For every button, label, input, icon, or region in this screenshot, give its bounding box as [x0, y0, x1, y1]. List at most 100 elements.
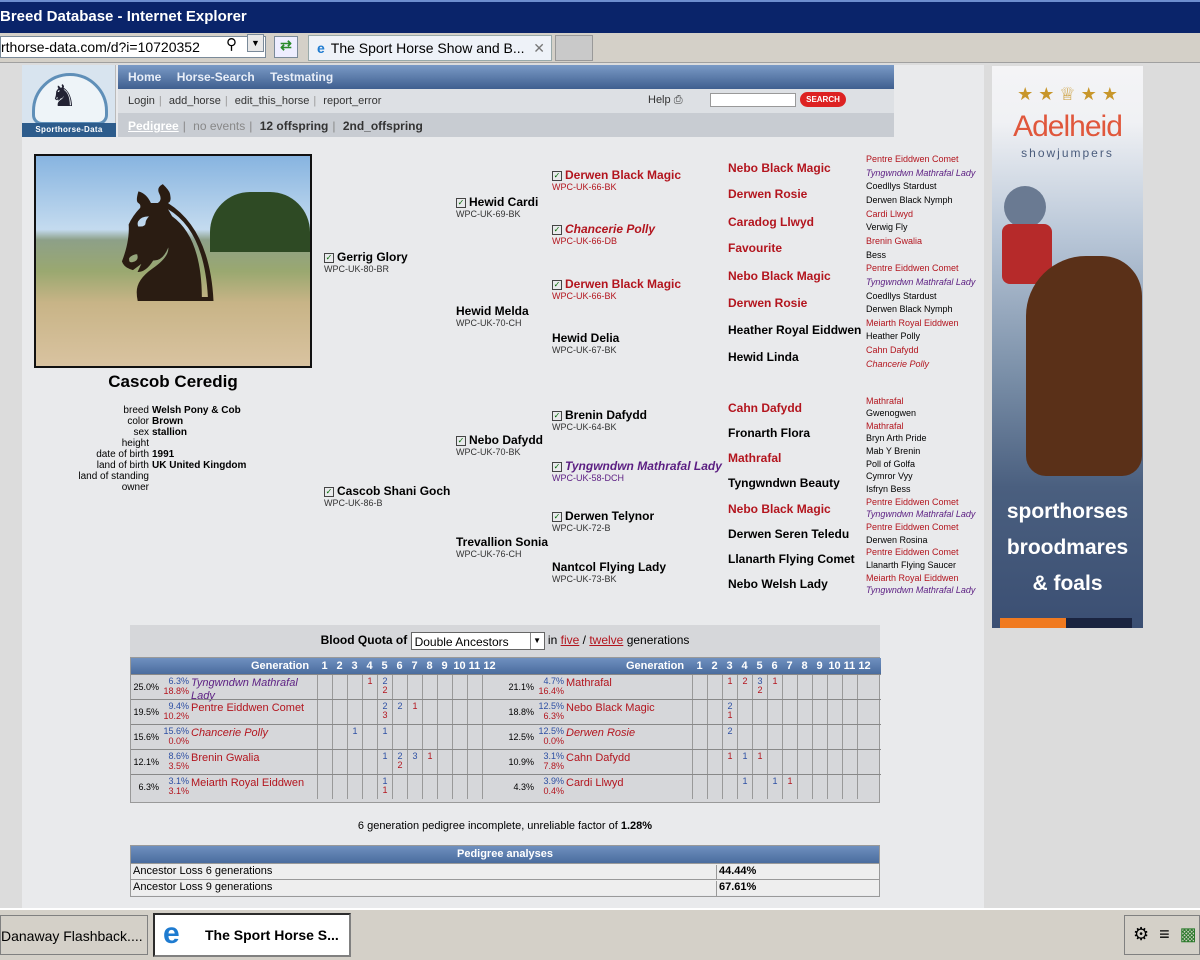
pedigree-g4[interactable]: Nebo Black Magic — [728, 161, 831, 175]
pedigree-g5[interactable]: Meiarth Royal Eiddwen — [866, 573, 959, 583]
pedigree-g2[interactable]: Hewid Melda WPC-UK-70-CH — [456, 304, 529, 328]
pedigree-g5[interactable]: Mathrafal — [866, 421, 904, 431]
nav-testmating[interactable]: Testmating — [270, 70, 333, 84]
pedigree-g5[interactable]: Gwenogwen — [866, 408, 916, 418]
pedigree-g4[interactable]: Tyngwndwn Beauty — [728, 476, 840, 490]
pedigree-g3[interactable]: Nantcol Flying Lady WPC-UK-73-BK — [552, 560, 666, 584]
pedigree-g5[interactable]: Derwen Rosina — [866, 535, 928, 545]
pedigree-g4[interactable]: Nebo Black Magic — [728, 269, 831, 283]
pedigree-g5[interactable]: Pentre Eiddwen Comet — [866, 263, 959, 273]
ancestor-link[interactable]: Derwen Rosie — [566, 727, 692, 740]
close-tab-icon[interactable]: ✕ — [533, 40, 545, 57]
pedigree-g5[interactable]: Chancerie Polly — [866, 359, 929, 369]
pedigree-g4[interactable]: Heather Royal Eiddwen — [728, 323, 861, 337]
pedigree-g3[interactable]: ✓ Chancerie Polly WPC-UK-66-DB — [552, 222, 655, 246]
refresh-icon[interactable]: ⇄ — [274, 36, 298, 58]
taskbar-item-active[interactable]: e The Sport Horse S... — [153, 913, 351, 957]
pedigree-g5[interactable]: Derwen Black Nymph — [866, 304, 953, 314]
ancestor-link[interactable]: Meiarth Royal Eiddwen — [191, 777, 317, 790]
pedigree-g5[interactable]: Derwen Black Nymph — [866, 195, 953, 205]
pedigree-dam[interactable]: ✓ Cascob Shani Goch WPC-UK-86-B — [324, 484, 450, 508]
pedigree-g5[interactable]: Isfryn Bess — [866, 484, 911, 494]
pedigree-g5[interactable]: Cahn Dafydd — [866, 345, 919, 355]
site-logo[interactable]: ♞ Sporthorse-Data — [22, 65, 116, 137]
ancestor-link[interactable]: Nebo Black Magic — [566, 702, 692, 715]
pedigree-g4[interactable]: Nebo Welsh Lady — [728, 577, 828, 591]
pedigree-g3[interactable]: ✓ Brenin Dafydd WPC-UK-64-BK — [552, 408, 647, 432]
tab-pedigree[interactable]: Pedigree — [128, 119, 179, 133]
ancestor-link[interactable]: Cardi Llwyd — [566, 777, 692, 790]
pedigree-g4[interactable]: Llanarth Flying Comet — [728, 552, 855, 566]
pedigree-g5[interactable]: Pentre Eiddwen Comet — [866, 522, 959, 532]
pedigree-g5[interactable]: Brenin Gwalia — [866, 236, 922, 246]
five-generations-link[interactable]: five — [561, 633, 580, 647]
site-search-input[interactable] — [710, 93, 796, 107]
network-icon[interactable]: ⚙ — [1133, 924, 1159, 944]
new-tab-button[interactable] — [555, 35, 593, 61]
pedigree-g2[interactable]: ✓ Nebo Dafydd WPC-UK-70-BK — [456, 433, 543, 457]
pedigree-g2[interactable]: Trevallion Sonia WPC-UK-76-CH — [456, 535, 548, 559]
taskbar-item[interactable]: Danaway Flashback.... — [0, 915, 148, 955]
pedigree-g4[interactable]: Derwen Rosie — [728, 187, 807, 201]
pedigree-g5[interactable]: Cardi Llwyd — [866, 209, 913, 219]
nav-horse-search[interactable]: Horse-Search — [177, 70, 255, 84]
tab-offspring[interactable]: 12 offspring — [260, 119, 329, 133]
ancestor-link[interactable]: Chancerie Polly — [191, 727, 317, 740]
ancestor-link[interactable]: Brenin Gwalia — [191, 752, 317, 765]
pedigree-g5[interactable]: Bess — [866, 250, 886, 260]
pedigree-g5[interactable]: Bryn Arth Pride — [866, 433, 927, 443]
pedigree-g5[interactable]: Mab Y Brenin — [866, 446, 920, 456]
pedigree-g5[interactable]: Poll of Golfa — [866, 459, 915, 469]
ancestor-link[interactable]: Mathrafal — [566, 677, 692, 690]
ancestor-link[interactable]: Pentre Eiddwen Comet — [191, 702, 317, 715]
pedigree-g5[interactable]: Pentre Eiddwen Comet — [866, 547, 959, 557]
blood-quota-select[interactable]: Double Ancestors ▼ — [410, 632, 545, 650]
pedigree-g5[interactable]: Heather Polly — [866, 331, 920, 341]
pedigree-g5[interactable]: Coedllys Stardust — [866, 291, 937, 301]
pedigree-g4[interactable]: Derwen Seren Teledu — [728, 527, 849, 541]
pedigree-g5[interactable]: Tyngwndwn Mathrafal Lady — [866, 585, 975, 595]
pedigree-g5[interactable]: Mathrafal — [866, 396, 904, 406]
pedigree-g3[interactable]: ✓ Derwen Telynor WPC-UK-72-B — [552, 509, 654, 533]
pedigree-g5[interactable]: Tyngwndwn Mathrafal Lady — [866, 277, 975, 287]
pedigree-g5[interactable]: Cymror Vyy — [866, 471, 913, 481]
pedigree-g5[interactable]: Pentre Eiddwen Comet — [866, 497, 959, 507]
nav-home[interactable]: Home — [128, 70, 161, 84]
pedigree-g4[interactable]: Derwen Rosie — [728, 296, 807, 310]
pedigree-g5[interactable]: Llanarth Flying Saucer — [866, 560, 956, 570]
search-icon[interactable]: ⚲ — [226, 35, 237, 53]
pedigree-g3[interactable]: ✓ Derwen Black Magic WPC-UK-66-BK — [552, 277, 681, 301]
help-link[interactable]: Help ⎙ — [648, 94, 683, 107]
pedigree-g2[interactable]: ✓ Hewid Cardi WPC-UK-69-BK — [456, 195, 538, 219]
browser-tab-active[interactable]: e The Sport Horse Show and B... ✕ — [308, 35, 552, 61]
pedigree-g4[interactable]: Nebo Black Magic — [728, 502, 831, 516]
advertisement-banner[interactable]: ★ ★ ♕ ★ ★ Adelheid showjumpers sporthors… — [992, 66, 1143, 628]
pedigree-g5[interactable]: Tyngwndwn Mathrafal Lady — [866, 509, 975, 519]
nav-report-error[interactable]: report_error — [323, 95, 381, 107]
twelve-generations-link[interactable]: twelve — [589, 633, 623, 647]
pedigree-g4[interactable]: Favourite — [728, 241, 782, 255]
address-dropdown-button[interactable]: ▼ — [247, 34, 264, 52]
nav-edit-horse[interactable]: edit_this_horse — [235, 95, 310, 107]
pedigree-g3[interactable]: Hewid Delia WPC-UK-67-BK — [552, 331, 619, 355]
pedigree-g4[interactable]: Mathrafal — [728, 451, 781, 465]
pedigree-g5[interactable]: Pentre Eiddwen Comet — [866, 154, 959, 164]
pedigree-g4[interactable]: Caradog Llwyd — [728, 215, 814, 229]
nav-add-horse[interactable]: add_horse — [169, 95, 221, 107]
settings-icon[interactable]: ≡ — [1159, 924, 1180, 944]
pedigree-g5[interactable]: Verwig Fly — [866, 222, 908, 232]
nav-login[interactable]: Login — [128, 95, 155, 107]
site-search-button[interactable]: SEARCH — [800, 92, 846, 107]
pedigree-g5[interactable]: Meiarth Royal Eiddwen — [866, 318, 959, 328]
pedigree-g5[interactable]: Tyngwndwn Mathrafal Lady — [866, 168, 975, 178]
pedigree-g3[interactable]: ✓ Tyngwndwn Mathrafal Lady WPC-UK-58-DCH — [552, 459, 722, 483]
pedigree-g4[interactable]: Fronarth Flora — [728, 426, 810, 440]
pedigree-g4[interactable]: Hewid Linda — [728, 350, 799, 364]
pedigree-g4[interactable]: Cahn Dafydd — [728, 401, 802, 415]
print-icon[interactable]: ⎙ — [674, 94, 683, 106]
ancestor-link[interactable]: Cahn Dafydd — [566, 752, 692, 765]
pedigree-sire[interactable]: ✓ Gerrig Glory WPC-UK-80-BR — [324, 250, 408, 274]
app-icon[interactable]: ▩ — [1180, 924, 1200, 944]
pedigree-g5[interactable]: Coedllys Stardust — [866, 181, 937, 191]
pedigree-g3[interactable]: ✓ Derwen Black Magic WPC-UK-66-BK — [552, 168, 681, 192]
